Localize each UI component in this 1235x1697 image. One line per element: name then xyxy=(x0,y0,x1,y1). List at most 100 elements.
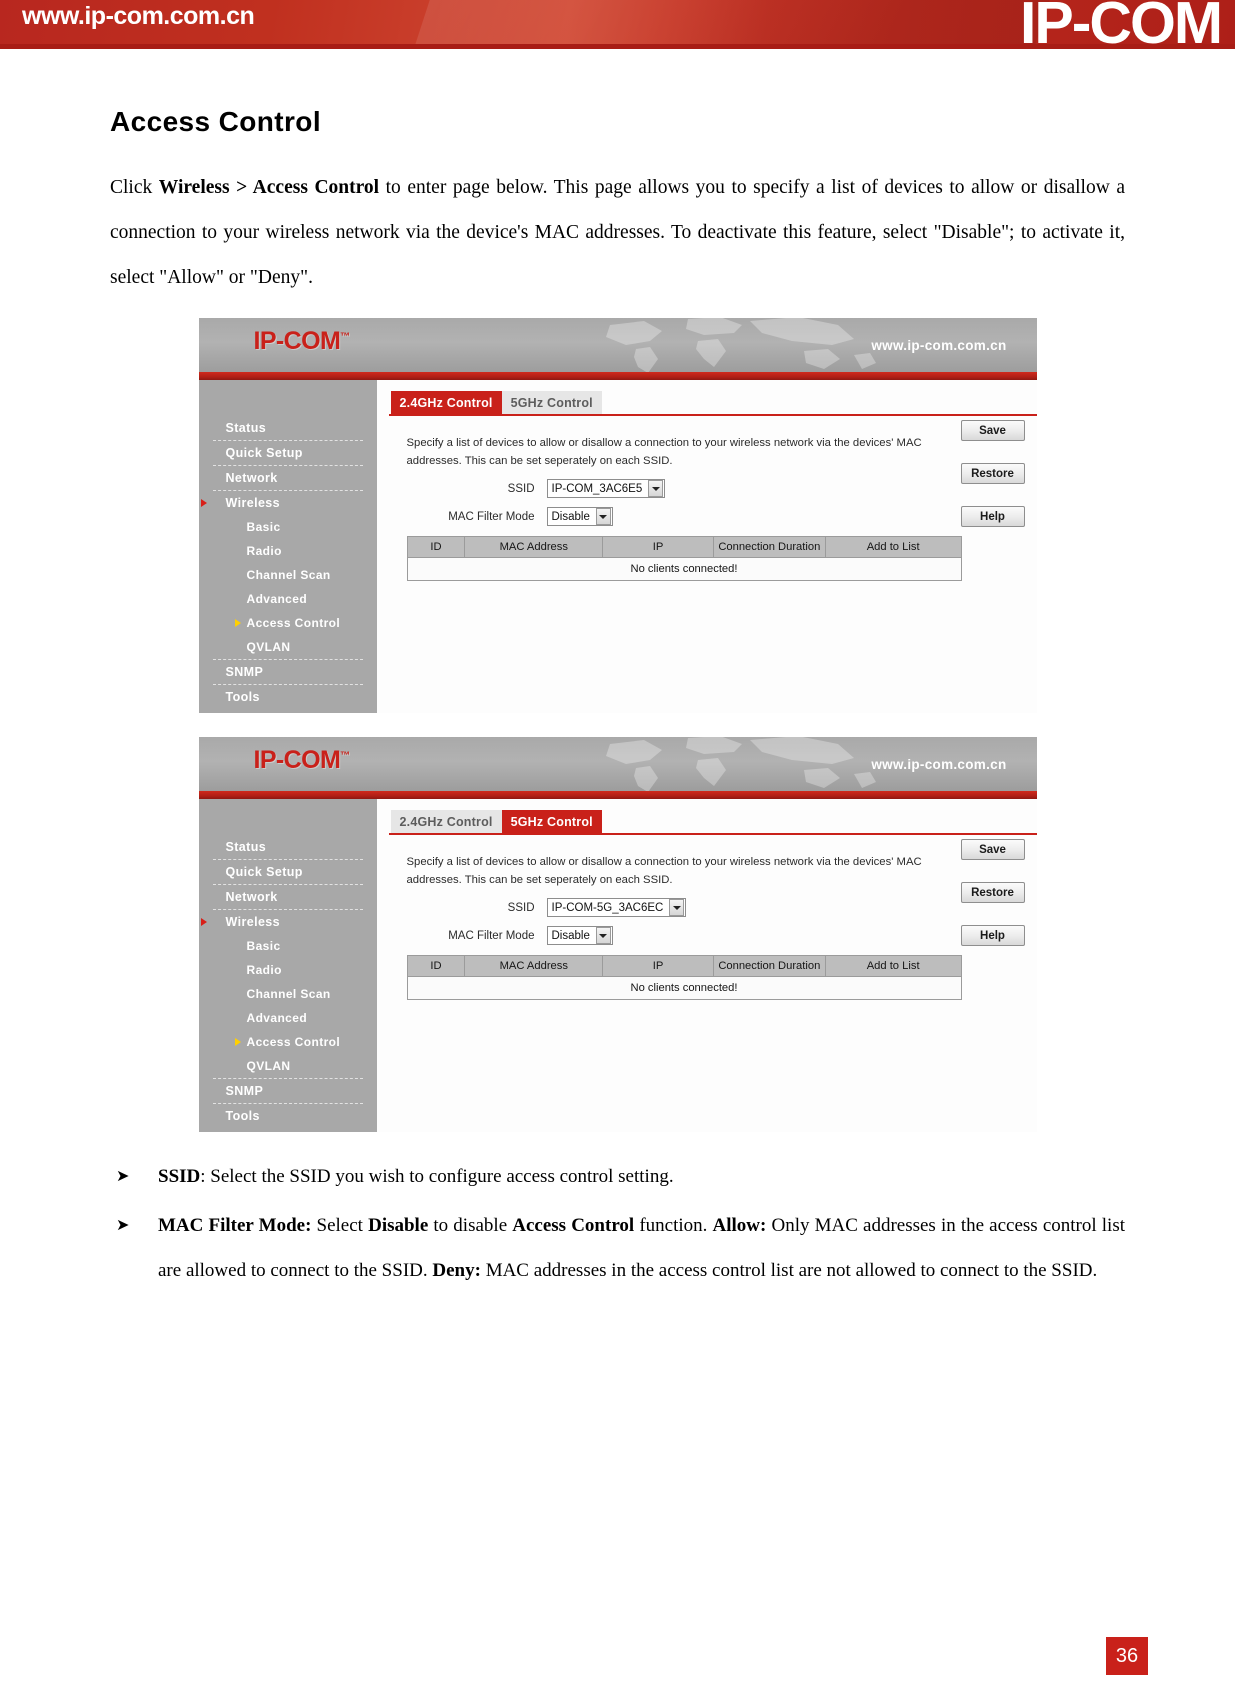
sidebar-item-radio[interactable]: Radio xyxy=(199,958,377,982)
banner-brand-logo: IP-COM xyxy=(1019,0,1223,49)
ssid-select[interactable]: IP-COM-5G_3AC6EC xyxy=(546,898,687,917)
sidebar-item-label: Access Control xyxy=(246,1035,341,1049)
triangle-right-icon xyxy=(234,619,241,627)
router-brand-logo-text: IP-COM xyxy=(253,327,341,355)
page-number-badge: 36 xyxy=(1106,1637,1148,1675)
sidebar-item-basic[interactable]: Basic xyxy=(199,515,377,539)
chevron-down-icon[interactable] xyxy=(595,927,611,944)
tab-bar: 2.4GHz Control 5GHz Control xyxy=(388,391,1037,416)
sidebar-item-label: Basic xyxy=(246,520,281,534)
bullet-emphasis: Allow: xyxy=(712,1215,767,1236)
world-map-watermark xyxy=(605,737,876,791)
table-header-row: ID MAC Address IP Connection Duration Ad… xyxy=(406,536,962,558)
router-ui-screenshot-24ghz: IP-COM™ www.ip-com.com.cn Status Quick S… xyxy=(198,318,1037,713)
sidebar-item-network[interactable]: Network xyxy=(212,466,363,491)
column-header-id: ID xyxy=(406,955,466,977)
router-ui-screenshot-5ghz: IP-COM™ www.ip-com.com.cn Status Quick S… xyxy=(198,737,1037,1132)
sidebar-item-qvlan[interactable]: QVLAN xyxy=(212,1054,363,1079)
help-button[interactable]: Help xyxy=(960,506,1025,527)
sidebar-item-wireless[interactable]: Wireless xyxy=(200,910,363,934)
bullet-text: MAC Filter Mode: Select Disable to disab… xyxy=(158,1215,1125,1281)
bullet-emphasis: MAC Filter Mode: xyxy=(158,1215,312,1236)
sidebar-item-quick-setup[interactable]: Quick Setup xyxy=(212,860,363,885)
save-button[interactable]: Save xyxy=(960,839,1025,860)
sidebar-item-network[interactable]: Network xyxy=(212,885,363,910)
tab-24ghz-control[interactable]: 2.4GHz Control xyxy=(390,810,502,833)
ssid-row: SSID IP-COM-5G_3AC6EC xyxy=(389,898,1037,917)
ssid-select[interactable]: IP-COM_3AC6E5 xyxy=(546,479,666,498)
bullet-item-ssid: SSID: Select the SSID you wish to config… xyxy=(110,1154,1125,1199)
chevron-down-icon[interactable] xyxy=(648,480,664,497)
world-map-watermark xyxy=(605,318,876,372)
chevron-down-icon[interactable] xyxy=(595,508,611,525)
sidebar-item-channel-scan[interactable]: Channel Scan xyxy=(199,982,377,1006)
sidebar-item-label: Basic xyxy=(246,939,281,953)
sidebar-item-radio[interactable]: Radio xyxy=(199,539,377,563)
sidebar-item-tools[interactable]: Tools xyxy=(213,1104,363,1128)
save-button[interactable]: Save xyxy=(960,420,1025,441)
tab-24ghz-control[interactable]: 2.4GHz Control xyxy=(390,391,502,414)
sidebar-item-advanced[interactable]: Advanced xyxy=(199,1006,377,1030)
mac-filter-mode-select[interactable]: Disable xyxy=(546,507,613,526)
sidebar-item-access-control[interactable]: Access Control xyxy=(199,1030,377,1054)
client-list-table: ID MAC Address IP Connection Duration Ad… xyxy=(406,955,962,1000)
bullet-emphasis: Access Control xyxy=(512,1215,635,1236)
triangle-right-icon xyxy=(200,499,207,507)
sidebar-item-status[interactable]: Status xyxy=(212,416,363,441)
tab-5ghz-control[interactable]: 5GHz Control xyxy=(501,391,602,414)
router-ui-body: Status Quick Setup Network Wireless Basi… xyxy=(198,799,1037,1132)
sidebar-item-label: SNMP xyxy=(225,1084,264,1098)
sidebar-item-label: Access Control xyxy=(246,616,341,630)
panel-description: Specify a list of devices to allow or di… xyxy=(406,856,922,886)
column-header-connection-duration: Connection Duration xyxy=(712,536,826,558)
mac-filter-mode-select[interactable]: Disable xyxy=(546,926,613,945)
router-ui-body: Status Quick Setup Network Wireless Basi… xyxy=(198,380,1037,713)
bullet-plain-text: Select xyxy=(311,1215,369,1236)
help-button[interactable]: Help xyxy=(960,925,1025,946)
intro-text-1: Click xyxy=(110,177,159,198)
sidebar-item-label: Tools xyxy=(225,690,260,704)
mac-filter-mode-selected-value: Disable xyxy=(551,929,590,942)
action-button-group: Save Restore Help xyxy=(960,420,1025,527)
ssid-selected-value: IP-COM-5G_3AC6EC xyxy=(551,901,664,914)
restore-button[interactable]: Restore xyxy=(960,882,1025,903)
sidebar-item-label: Status xyxy=(225,840,267,854)
sidebar-item-access-control[interactable]: Access Control xyxy=(199,611,377,635)
sidebar-item-label: Network xyxy=(225,471,278,485)
sidebar-item-channel-scan[interactable]: Channel Scan xyxy=(199,563,377,587)
sidebar-item-label: Advanced xyxy=(246,1011,308,1025)
bullet-plain-text: : Select the SSID you wish to configure … xyxy=(200,1166,674,1187)
trademark-symbol: ™ xyxy=(340,750,351,762)
panel-description: Specify a list of devices to allow or di… xyxy=(406,437,922,467)
router-sidebar: Status Quick Setup Network Wireless Basi… xyxy=(198,799,377,1132)
sidebar-item-label: SNMP xyxy=(225,665,264,679)
banner-diagonal-highlight xyxy=(397,0,1063,49)
router-header-url: www.ip-com.com.cn xyxy=(871,757,1007,772)
sidebar-item-qvlan[interactable]: QVLAN xyxy=(212,635,363,660)
restore-button[interactable]: Restore xyxy=(960,463,1025,484)
sidebar-item-status[interactable]: Status xyxy=(212,835,363,860)
banner-website-url: www.ip-com.com.cn xyxy=(22,2,255,30)
sidebar-item-advanced[interactable]: Advanced xyxy=(199,587,377,611)
page-header-banner: www.ip-com.com.cn IP-COM xyxy=(0,0,1235,49)
router-brand-logo: IP-COM™ xyxy=(254,746,351,775)
table-empty-row: No clients connected! xyxy=(406,557,962,581)
sidebar-item-label: Radio xyxy=(246,963,282,977)
sidebar-item-tools[interactable]: Tools xyxy=(213,685,363,709)
client-list-table: ID MAC Address IP Connection Duration Ad… xyxy=(406,536,962,581)
sidebar-item-quick-setup[interactable]: Quick Setup xyxy=(212,441,363,466)
triangle-right-icon xyxy=(200,918,207,926)
sidebar-item-snmp[interactable]: SNMP xyxy=(212,1079,363,1104)
sidebar-item-basic[interactable]: Basic xyxy=(199,934,377,958)
chevron-down-icon[interactable] xyxy=(669,899,685,916)
router-header-red-divider xyxy=(198,791,1037,799)
sidebar-item-snmp[interactable]: SNMP xyxy=(212,660,363,685)
sidebar-item-label: Status xyxy=(225,421,267,435)
router-brand-logo-text: IP-COM xyxy=(253,746,341,774)
bullet-emphasis: SSID xyxy=(158,1166,201,1187)
triangle-right-icon xyxy=(234,1038,241,1046)
sidebar-item-wireless[interactable]: Wireless xyxy=(200,491,363,515)
column-header-ip: IP xyxy=(602,955,714,977)
document-body: Access Control Click Wireless > Access C… xyxy=(0,106,1235,1293)
tab-5ghz-control[interactable]: 5GHz Control xyxy=(501,810,602,833)
